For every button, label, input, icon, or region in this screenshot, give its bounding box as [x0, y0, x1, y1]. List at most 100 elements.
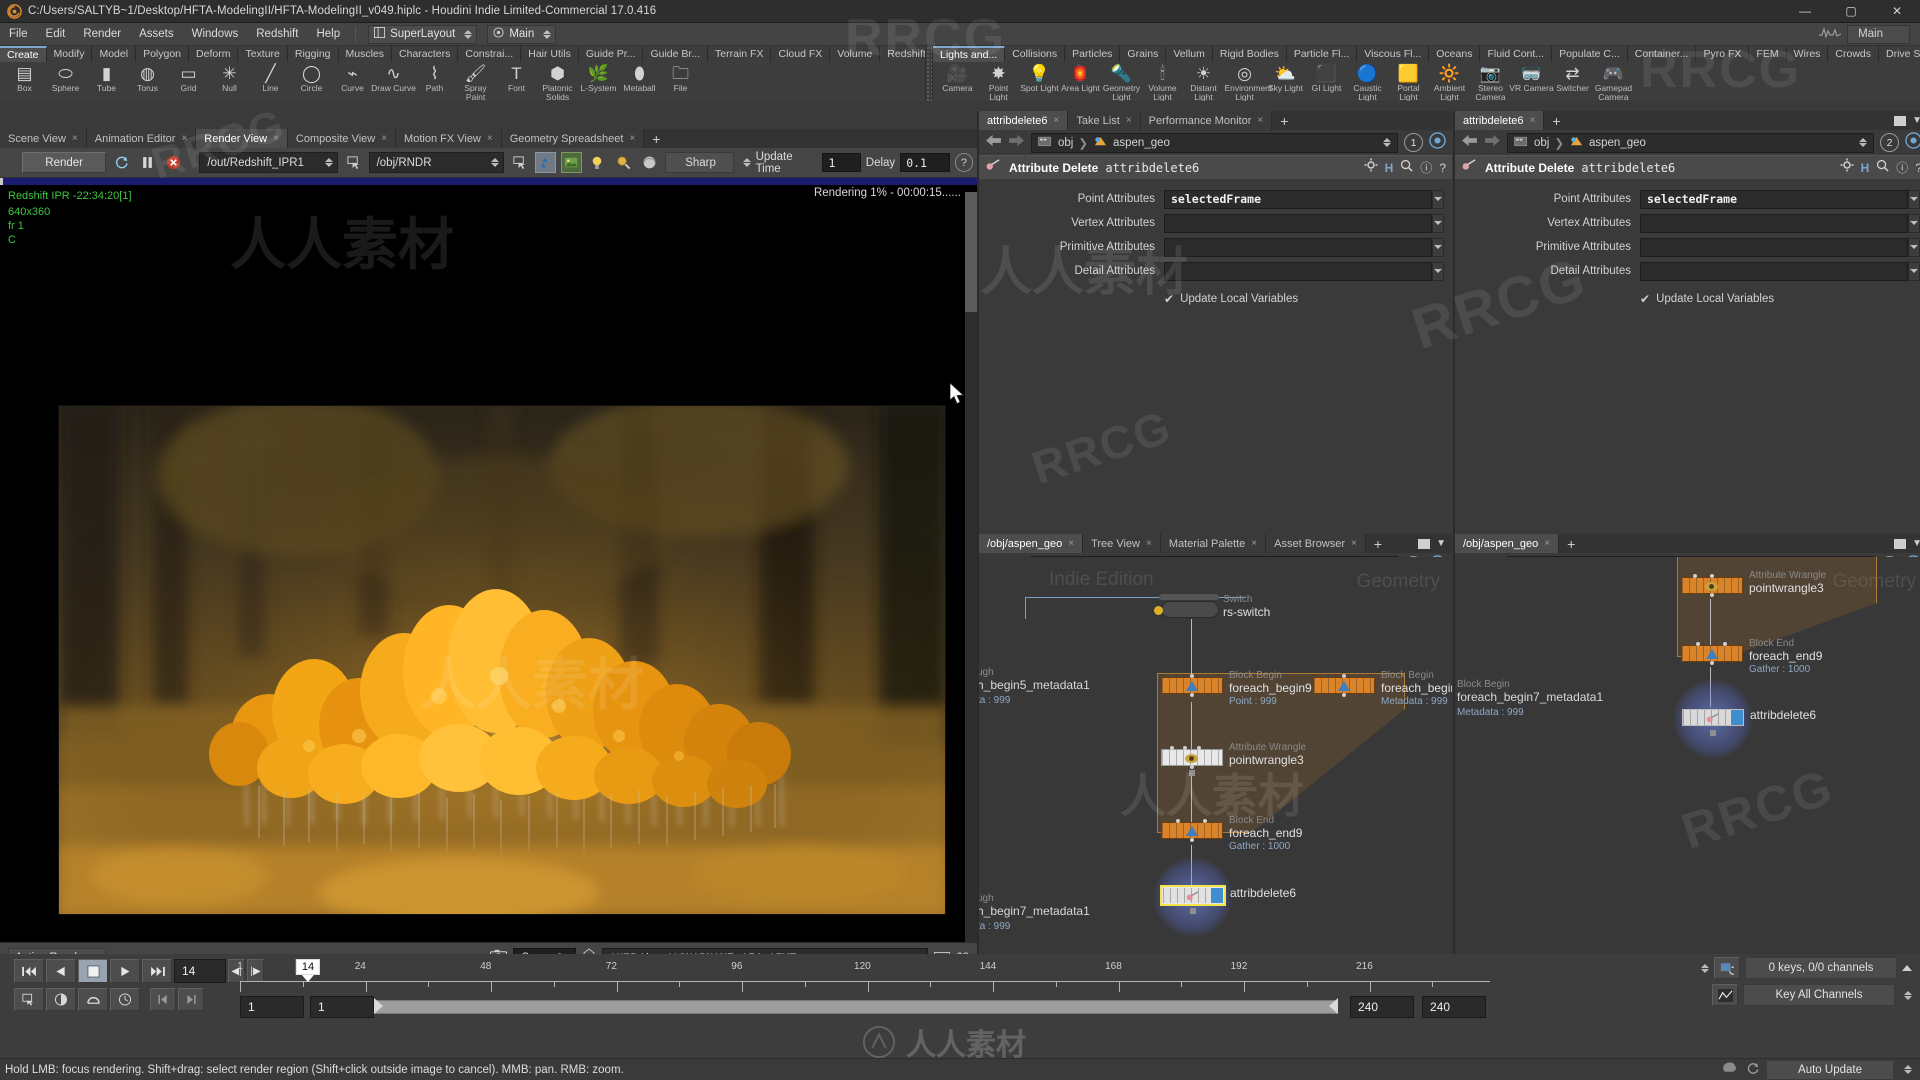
param-a-search-icon[interactable]: [1400, 159, 1413, 177]
image-icon[interactable]: [561, 152, 582, 173]
param-b-gear-icon[interactable]: [1840, 158, 1854, 177]
render-canvas-scrollbar[interactable]: [965, 192, 977, 942]
param-a-badge[interactable]: 1: [1404, 133, 1423, 152]
shelf-tab-collisions[interactable]: Collisions: [1005, 46, 1065, 62]
menu-file[interactable]: File: [0, 23, 37, 46]
shelf-tool-switcher[interactable]: ⇄Switcher: [1552, 62, 1593, 93]
node-pointwrangle3[interactable]: Attribute Wrangle pointwrangle3: [1161, 749, 1223, 766]
key-mode[interactable]: Key All Channels: [1743, 984, 1895, 1006]
menu-assets[interactable]: Assets: [130, 23, 183, 46]
close-icon[interactable]: ×: [381, 133, 387, 144]
shelf-tool-stereo-camera[interactable]: 📷Stereo Camera: [1470, 62, 1511, 101]
param-menu-chevron-down-icon[interactable]: [1908, 238, 1920, 257]
shelf-tool-box[interactable]: ▤Box: [4, 62, 45, 93]
param-input[interactable]: [1640, 262, 1908, 281]
shelf-tab-texture[interactable]: Texture: [238, 46, 287, 62]
close-icon[interactable]: ×: [629, 133, 635, 144]
channel-curve-icon[interactable]: [1712, 984, 1738, 1006]
minimize-button[interactable]: —: [1782, 0, 1828, 23]
shelf-tab-guide-br[interactable]: Guide Br...: [643, 46, 708, 62]
shelf-tab-guide-pr[interactable]: Guide Pr...: [579, 46, 644, 62]
key-status-chevron-icon[interactable]: [1701, 964, 1709, 973]
node-rs-switch[interactable]: Switch rs-switch: [1161, 601, 1219, 618]
param-b-link-icon[interactable]: [1905, 132, 1920, 154]
menu-edit[interactable]: Edit: [37, 23, 75, 46]
desktop-selector[interactable]: SuperLayout: [368, 25, 477, 44]
camera-picker-icon[interactable]: [509, 152, 530, 173]
shelf-tool-distant-light[interactable]: ☀Distant Light: [1183, 62, 1224, 101]
shelf-tab-grains[interactable]: Grains: [1120, 46, 1166, 62]
shelf-tool-gi-light[interactable]: ⬛GI Light: [1306, 62, 1347, 93]
param-b-help-icon[interactable]: ?: [1915, 161, 1920, 175]
range-start-field[interactable]: 1: [310, 996, 374, 1018]
shelf-tool-grid[interactable]: ▭Grid: [168, 62, 209, 93]
close-icon[interactable]: ×: [1146, 538, 1152, 549]
stop-icon[interactable]: [163, 152, 184, 173]
pane-menu-chevron-down-icon[interactable]: ▼: [1436, 538, 1446, 549]
pane-maximize-icon[interactable]: [1894, 116, 1906, 126]
param-b-houdini-icon[interactable]: H: [1861, 161, 1870, 175]
shelf-tool-caustic-light[interactable]: 🔵Caustic Light: [1347, 62, 1388, 101]
close-icon[interactable]: ×: [487, 133, 493, 144]
pane-divider-left[interactable]: [977, 111, 979, 954]
bulb-icon[interactable]: [587, 152, 608, 173]
global-start-field[interactable]: 1: [240, 996, 304, 1018]
network-a-tab-asset-browser[interactable]: Asset Browser×: [1266, 534, 1366, 553]
network-a-tab-tree-view[interactable]: Tree View×: [1083, 534, 1161, 553]
range-start-button[interactable]: [150, 988, 176, 1011]
shelf-tab-populate-c[interactable]: Populate C...: [1552, 46, 1628, 62]
shelf-tool-spot-light[interactable]: 💡Spot Light: [1019, 62, 1060, 93]
close-icon[interactable]: ×: [1251, 538, 1257, 549]
pane-maximize-icon[interactable]: [1418, 539, 1430, 549]
shelf-tab-particles[interactable]: Particles: [1065, 46, 1120, 62]
shelf-tab-terrain-fx[interactable]: Terrain FX: [708, 46, 771, 62]
shelf-tab-crowds[interactable]: Crowds: [1828, 46, 1879, 62]
net-b-node-attribdelete6[interactable]: attribdelete6: [1682, 709, 1744, 726]
help-icon[interactable]: ?: [955, 153, 973, 172]
maximize-button[interactable]: ▢: [1828, 0, 1874, 23]
shelf-tab-characters[interactable]: Characters: [392, 46, 458, 62]
close-icon[interactable]: ×: [273, 133, 279, 144]
render-button[interactable]: Render: [22, 152, 106, 173]
param-a-houdini-icon[interactable]: H: [1385, 161, 1394, 175]
pause-icon[interactable]: [137, 152, 158, 173]
close-icon[interactable]: ×: [1054, 115, 1060, 126]
shelf-tool-sky-light[interactable]: ⛅Sky Light: [1265, 62, 1306, 93]
shelf-tab-particle-fl[interactable]: Particle Fl...: [1287, 46, 1357, 62]
rop-chevron-icon[interactable]: [325, 158, 333, 167]
shelf-tab-constrai[interactable]: Constrai...: [458, 46, 521, 62]
range-end-field[interactable]: 240: [1350, 996, 1414, 1018]
param-menu-chevron-down-icon[interactable]: [1908, 190, 1920, 209]
shelf-tab-wires[interactable]: Wires: [1787, 46, 1829, 62]
param-a-tab-add-tab-button[interactable]: +: [1272, 111, 1296, 130]
param-input[interactable]: [1164, 214, 1432, 233]
range-slider-handle-right[interactable]: [1329, 998, 1338, 1014]
timeline-ruler[interactable]: 124487296120144168192216 14: [240, 959, 1490, 993]
left-pane-tab-render-view[interactable]: Render View×: [196, 129, 288, 148]
param-a-help-icon[interactable]: ?: [1439, 161, 1446, 175]
shelf-tool-l-system[interactable]: 🌿L-System: [578, 62, 619, 93]
rop-path-field[interactable]: /out/Redshift_IPR1: [199, 152, 337, 173]
shelf-tab-oceans[interactable]: Oceans: [1429, 46, 1480, 62]
param-b-tab-attribdelete6[interactable]: attribdelete6×: [1455, 111, 1544, 130]
timeline-playhead[interactable]: 14: [296, 959, 320, 982]
param-a-link-icon[interactable]: [1429, 132, 1446, 154]
close-icon[interactable]: ×: [1068, 538, 1074, 549]
net-b-node-pointwrangle3[interactable]: Attribute Wrangle pointwrangle3: [1681, 577, 1743, 594]
shelf-tool-path[interactable]: ⌇Path: [414, 62, 455, 93]
shelf-tool-ambient-light[interactable]: 🔆Ambient Light: [1429, 62, 1470, 101]
param-b-forward-icon[interactable]: [1484, 134, 1501, 152]
shelf-tool-platonic-solids[interactable]: ⬢Platonic Solids: [537, 62, 578, 101]
network-b-tab-add-tab-button[interactable]: +: [1559, 534, 1583, 553]
shelf-tool-portal-light[interactable]: 🟨Portal Light: [1388, 62, 1429, 101]
network-a-tab-obj-aspen-geo[interactable]: /obj/aspen_geo×: [979, 534, 1083, 553]
menu-windows[interactable]: Windows: [183, 23, 248, 46]
left-pane-tab-composite-view[interactable]: Composite View×: [288, 129, 396, 148]
shelf-tab-fem[interactable]: FEM: [1749, 46, 1786, 62]
param-a-path-chevron-icon[interactable]: [1383, 138, 1391, 147]
shelf-tool-null[interactable]: ✳Null: [209, 62, 250, 93]
shelf-tool-vr-camera[interactable]: 🥽VR Camera: [1511, 62, 1552, 93]
goto-start-button[interactable]: [14, 959, 44, 983]
close-icon[interactable]: ×: [1126, 115, 1132, 126]
left-pane-tab-motion-fx-view[interactable]: Motion FX View×: [396, 129, 502, 148]
